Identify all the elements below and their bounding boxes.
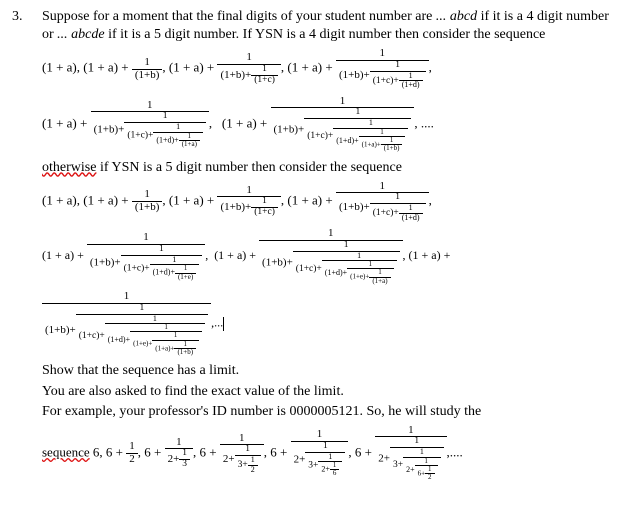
term6a: (1 + a) + xyxy=(222,115,271,130)
text-cursor xyxy=(223,317,224,331)
comma: , xyxy=(162,60,165,75)
show-line1: Show that the sequence has a limit. xyxy=(42,362,620,380)
question-number: 3. xyxy=(12,8,30,488)
page: 3. Suppose for a moment that the final d… xyxy=(0,0,640,496)
otherwise-paragraph: otherwise if YSN is a 5 digit number the… xyxy=(42,159,620,177)
term3a: (1 + a) + xyxy=(169,60,218,75)
comma: , xyxy=(281,60,284,75)
abcde: ... abcde xyxy=(57,27,108,42)
comma: , xyxy=(429,60,432,75)
seq4-line2: (1 + a) + 1(1+b)+1(1+c)+1(1+d)+1(1+a), (… xyxy=(42,96,620,153)
term1: (1 + a), xyxy=(42,60,80,75)
intro-text-1: Suppose for a moment that the final digi… xyxy=(42,9,436,24)
den: (1+b)+1(1+c) xyxy=(217,65,280,86)
term2a: (1 + a) + xyxy=(83,60,132,75)
dots: , .... xyxy=(414,115,434,130)
otherwise-text: if YSN is a 5 digit number then consider… xyxy=(96,160,401,175)
term5a: (1 + a) + xyxy=(42,115,91,130)
question-body: Suppose for a moment that the final digi… xyxy=(42,8,620,488)
intro-text-3: if it is a 5 digit number. If YSN is a 4… xyxy=(108,27,545,42)
otherwise: otherwise xyxy=(42,160,96,175)
abcd: ... abcd xyxy=(436,9,481,24)
den-b: (1+b) xyxy=(132,70,163,82)
seq5-line3: 1(1+b)+1(1+c)+1(1+d)+1(1+e)+1(1+a)+1(1+b… xyxy=(42,291,620,356)
sequence-word: sequence xyxy=(42,444,90,459)
num: 1 xyxy=(217,52,280,65)
show-line3: For example, your professor's ID number … xyxy=(42,403,620,421)
seq4-line1: (1 + a), (1 + a) + 1(1+b), (1 + a) + 1(1… xyxy=(42,48,620,89)
seq5-line2: (1 + a) + 1(1+b)+1(1+c)+1(1+d)+1(1+e), (… xyxy=(42,228,620,285)
num: 1 xyxy=(132,57,163,70)
intro-paragraph: Suppose for a moment that the final digi… xyxy=(42,8,620,44)
term4a: (1 + a) + xyxy=(287,60,336,75)
show-line2: You are also asked to find the exact val… xyxy=(42,383,620,401)
ex-pre: 6, 6 + xyxy=(90,444,127,459)
question-row: 3. Suppose for a moment that the final d… xyxy=(12,8,620,488)
example-sequence: sequence 6, 6 + 12, 6 + 12+13, 6 + 12+13… xyxy=(42,425,620,482)
seq5-line1: (1 + a), (1 + a) + 1(1+b), (1 + a) + 1(1… xyxy=(42,181,620,222)
